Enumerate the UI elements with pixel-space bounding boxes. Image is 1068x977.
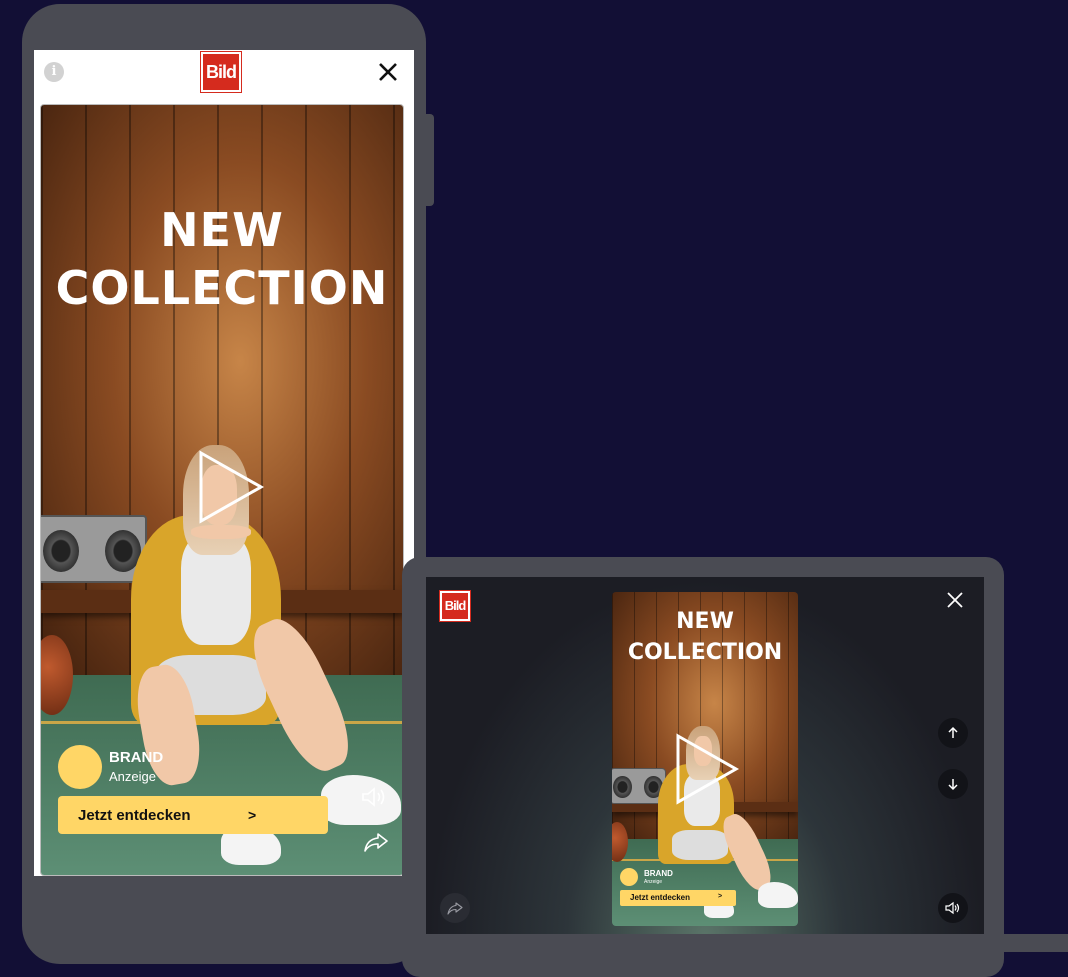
bild-logo: Bild — [200, 51, 242, 93]
share-icon — [447, 902, 463, 915]
arrow-up-icon — [948, 726, 958, 738]
story-video[interactable]: NEW COLLECTION BRAND Anzeige Jetzt entde… — [612, 592, 798, 926]
laptop-device: Bild NEW COLLECTION BRAND Anzeige Jetzt … — [402, 557, 1004, 977]
close-icon[interactable] — [374, 58, 402, 86]
play-icon[interactable] — [197, 449, 265, 525]
brand-name[interactable]: BRAND — [644, 869, 673, 878]
share-button[interactable] — [440, 893, 470, 923]
phone-screen: i Bild NEW COLLECTION BRAND Anzeige Jetz… — [34, 50, 414, 876]
ad-headline: NEW COLLECTION — [612, 606, 798, 668]
phone-device: i Bild NEW COLLECTION BRAND Anzeige Jetz… — [22, 4, 426, 964]
phone-side-button — [426, 114, 434, 206]
headline-line-2: COLLECTION — [627, 640, 783, 665]
cta-label: Jetzt entdecken — [78, 807, 191, 824]
speaker-icon — [945, 901, 960, 915]
arrow-down-icon — [948, 779, 958, 791]
play-icon[interactable] — [674, 732, 740, 806]
laptop-screen: Bild NEW COLLECTION BRAND Anzeige Jetzt … — [426, 577, 984, 937]
headline-line-1: NEW — [676, 609, 734, 634]
story-video[interactable]: NEW COLLECTION BRAND Anzeige Jetzt entde… — [40, 104, 404, 876]
ad-label: Anzeige — [644, 879, 663, 885]
cta-arrow: > — [718, 893, 723, 900]
cta-label: Jetzt entdecken — [630, 893, 691, 902]
next-story-button[interactable] — [938, 769, 968, 799]
sound-button[interactable] — [938, 893, 968, 923]
speaker-icon[interactable] — [361, 785, 389, 809]
bild-logo: Bild — [439, 590, 471, 622]
phone-header: i Bild — [34, 50, 414, 100]
previous-story-button[interactable] — [938, 718, 968, 748]
info-icon[interactable]: i — [44, 62, 64, 82]
cta-button[interactable]: Jetzt entdecken > — [620, 890, 736, 906]
cta-button[interactable]: Jetzt entdecken > — [58, 796, 328, 834]
brand-name[interactable]: BRAND — [109, 749, 163, 766]
headline-line-2: COLLECTION — [55, 261, 389, 315]
laptop-base — [426, 934, 1068, 952]
brand-avatar[interactable] — [620, 868, 638, 886]
close-icon[interactable] — [944, 589, 966, 611]
cta-arrow: > — [248, 807, 257, 823]
headline-line-1: NEW — [160, 203, 284, 257]
brand-avatar[interactable] — [58, 745, 102, 789]
share-icon[interactable] — [363, 830, 389, 854]
ad-label: Anzeige — [109, 769, 156, 784]
ad-headline: NEW COLLECTION — [41, 201, 403, 317]
